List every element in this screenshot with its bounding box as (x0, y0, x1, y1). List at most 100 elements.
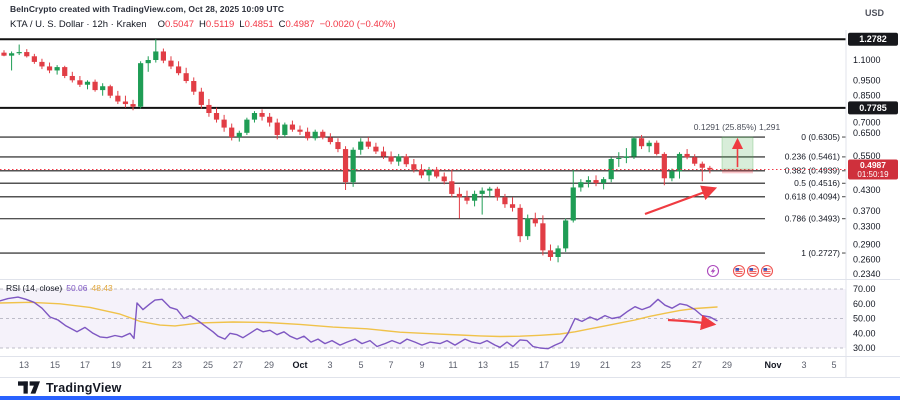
candle-body (601, 179, 606, 183)
svg-text:30.00: 30.00 (853, 343, 876, 353)
svg-text:13: 13 (478, 360, 488, 370)
candle-body (540, 223, 545, 250)
candle-body (130, 104, 135, 107)
candle-body (153, 51, 158, 60)
candle-body (586, 180, 591, 182)
candle-body (320, 132, 325, 138)
tradingview-logo-icon (18, 381, 40, 394)
candle-body (502, 197, 507, 204)
candle-body (669, 171, 674, 178)
svg-text:25: 25 (203, 360, 213, 370)
svg-text:23: 23 (172, 360, 182, 370)
candle-body (305, 132, 310, 138)
svg-text:0.382 (0.4939): 0.382 (0.4939) (785, 166, 840, 176)
candle-body (191, 81, 196, 92)
svg-text:0.6500: 0.6500 (853, 128, 881, 138)
svg-text:29: 29 (722, 360, 732, 370)
high-label: H (199, 19, 206, 30)
event-icons[interactable] (708, 266, 773, 277)
change-value: −0.0020 (−0.40%) (320, 19, 396, 30)
rsi-ma-value: 48.43 (92, 283, 113, 293)
candle-body (495, 189, 500, 198)
rsi-indicator-label[interactable]: RSI (14, close)50.0648.43 (6, 283, 113, 293)
svg-text:60.00: 60.00 (853, 299, 876, 309)
svg-text:0.3700: 0.3700 (853, 206, 881, 216)
candle-body (24, 52, 29, 56)
flag-event-icon[interactable] (734, 266, 745, 277)
long-position-box[interactable]: 0.1291 (25.85%) 1,291 (694, 122, 781, 173)
candle-body (39, 62, 44, 67)
candle-body (275, 123, 280, 135)
candle-body (555, 248, 560, 257)
time-axis-labels[interactable]: 131517192123252729Oct3579111315171921232… (19, 360, 837, 370)
candle-body (123, 102, 128, 105)
svg-text:3: 3 (327, 360, 332, 370)
flag-event-icon[interactable] (748, 266, 759, 277)
open-label: O (158, 19, 165, 30)
svg-text:0.7785: 0.7785 (859, 103, 887, 113)
candle-body (206, 105, 211, 113)
candle-body (442, 177, 447, 182)
candle-body (282, 125, 287, 135)
candle-body (457, 194, 462, 197)
svg-text:1.1000: 1.1000 (853, 55, 881, 65)
candlestick-series[interactable] (1, 39, 712, 262)
candle-body (343, 149, 348, 182)
high-value: 0.5119 (206, 19, 234, 30)
svg-text:50.00: 50.00 (853, 314, 876, 324)
candle-body (631, 138, 636, 156)
svg-text:40.00: 40.00 (853, 328, 876, 338)
close-value: 0.4987 (286, 19, 315, 30)
candle-body (32, 56, 37, 62)
candle-body (335, 142, 340, 149)
candle-body (70, 76, 75, 80)
candle-body (267, 117, 272, 123)
svg-text:7: 7 (388, 360, 393, 370)
svg-text:0.236 (0.5461): 0.236 (0.5461) (785, 152, 840, 162)
candle-body (525, 218, 530, 236)
rsi-name: RSI (14, close) (6, 283, 62, 293)
candle-body (411, 164, 416, 169)
low-value: 0.4851 (245, 19, 274, 30)
candle-body (47, 66, 52, 70)
candle-body (487, 189, 492, 191)
svg-text:1.2782: 1.2782 (859, 34, 887, 44)
price-axis-labels[interactable]: 1.10000.95000.85000.70000.65000.55000.43… (853, 55, 881, 353)
candle-body (685, 154, 690, 157)
lightning-event-icon[interactable] (708, 266, 719, 277)
close-label: C (279, 19, 286, 30)
currency-label: USD (865, 8, 884, 18)
candle-body (146, 60, 151, 63)
candle-body (168, 61, 173, 67)
candle-body (176, 66, 181, 73)
flag-event-icon[interactable] (762, 266, 773, 277)
svg-text:0.5 (0.4516): 0.5 (0.4516) (794, 178, 840, 188)
svg-text:70.00: 70.00 (853, 284, 876, 294)
tradingview-logo[interactable]: TradingView (18, 381, 122, 395)
svg-text:0.1291 (25.85%) 1,291: 0.1291 (25.85%) 1,291 (694, 122, 781, 132)
candle-body (419, 170, 424, 176)
svg-text:0 (0.6305): 0 (0.6305) (801, 132, 840, 142)
candle-body (229, 128, 234, 138)
attribution-watermark: BeInCrypto created with TradingView.com,… (10, 4, 284, 14)
svg-text:0.8500: 0.8500 (853, 91, 881, 101)
svg-text:29: 29 (264, 360, 274, 370)
svg-text:23: 23 (631, 360, 641, 370)
chart-canvas[interactable]: 0 (0.6305) 0.236 (0.5461) 0.382 (0.4939) 0.… (0, 0, 900, 400)
fib-retracement[interactable]: 0 (0.6305) 0.236 (0.5461) 0.382 (0.4939) 0.… (0, 132, 846, 258)
svg-text:0.4300: 0.4300 (853, 185, 881, 195)
svg-text:0.618 (0.4094): 0.618 (0.4094) (785, 192, 840, 202)
trend-arrow[interactable] (645, 189, 713, 214)
svg-text:5: 5 (358, 360, 363, 370)
candle-body (108, 86, 113, 95)
svg-text:19: 19 (570, 360, 580, 370)
candle-body (434, 170, 439, 177)
svg-text:Oct: Oct (292, 360, 307, 370)
candle-body (259, 113, 264, 117)
candle-body (297, 130, 302, 132)
rsi-pane-background (0, 289, 846, 348)
symbol-info-bar[interactable]: KTA / U. S. Dollar · 12h · KrakenO0.5047… (10, 19, 396, 30)
candle-body (138, 63, 143, 107)
candle-body (647, 143, 652, 146)
horizontal-level-lines[interactable] (0, 39, 846, 108)
